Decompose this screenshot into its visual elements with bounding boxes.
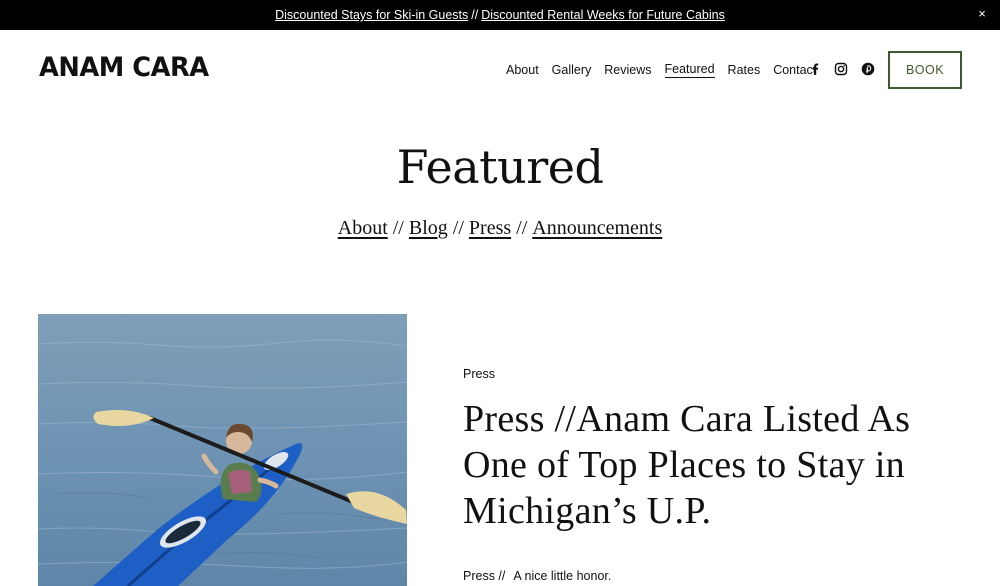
post-title[interactable]: Press //Anam Cara Listed As One of Top P… [463,396,973,534]
page-title: Featured [396,140,604,194]
nav-item-reviews[interactable]: Reviews [604,63,651,77]
pinterest-icon[interactable] [861,62,875,76]
close-icon[interactable]: × [974,6,990,22]
nav-item-rates[interactable]: Rates [728,63,761,77]
subnav-separator: // [452,217,464,239]
post-category[interactable]: Press [463,367,495,381]
nav-item-gallery[interactable]: Gallery [552,63,592,77]
announcement-separator: // [471,8,479,22]
facebook-icon[interactable] [808,62,822,76]
subnav-item-blog[interactable]: Blog [409,217,448,239]
site-logo[interactable]: ANAM CARA [39,52,209,83]
instagram-icon[interactable] [834,62,848,76]
subnav-separator: // [516,217,528,239]
post-excerpt-prefix: Press // [463,569,506,583]
main-nav: About Gallery Reviews Featured Rates Con… [506,61,829,79]
announcement-link-rental-weeks[interactable]: Discounted Rental Weeks for Future Cabin… [481,8,725,22]
post-featured-image[interactable] [38,314,407,586]
subnav-item-about[interactable]: About [338,217,388,239]
post-excerpt-text: A nice little honor. [513,569,612,583]
subnav-separator: // [392,217,404,239]
announcement-bar: Discounted Stays for Ski-in Guests // Di… [0,0,1000,30]
subnav-item-press[interactable]: Press [469,217,511,239]
book-button[interactable]: BOOK [888,51,962,89]
announcement-text: Discounted Stays for Ski-in Guests // Di… [0,0,1000,30]
nav-item-featured[interactable]: Featured [664,62,715,78]
post-excerpt: Press // A nice little honor. [463,569,611,583]
announcement-link-ski-in[interactable]: Discounted Stays for Ski-in Guests [275,8,468,22]
category-subnav: About//Blog//Press//Announcements [0,217,1000,240]
subnav-item-announcements[interactable]: Announcements [532,217,662,239]
nav-item-about[interactable]: About [506,63,539,77]
